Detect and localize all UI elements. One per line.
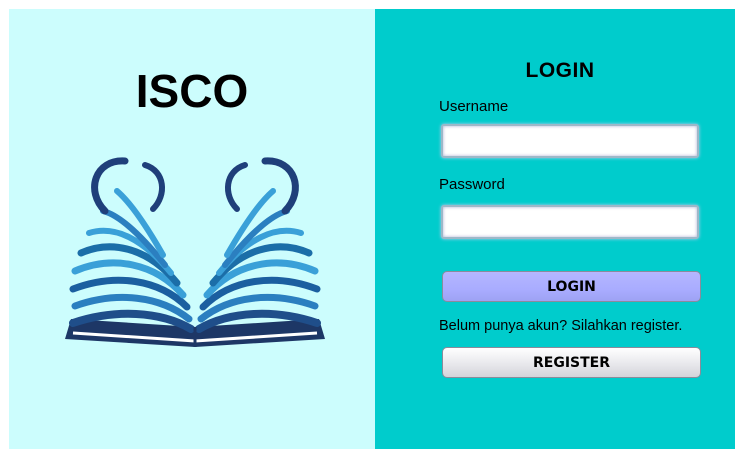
username-label: Username [439,98,509,115]
brand-panel: ISCO [9,9,375,449]
username-input[interactable] [441,124,699,158]
password-label: Password [439,176,505,193]
app-title: ISCO [135,65,249,117]
register-button[interactable]: REGISTER [442,347,701,378]
register-prompt: Belum punya akun? Silahkan register. [439,318,683,334]
login-panel: LOGIN Username Password LOGIN Belum puny… [375,9,735,449]
password-input[interactable] [441,205,699,239]
login-title: LOGIN [525,59,595,82]
open-book-logo-icon [65,157,325,347]
login-button[interactable]: LOGIN [442,271,701,302]
